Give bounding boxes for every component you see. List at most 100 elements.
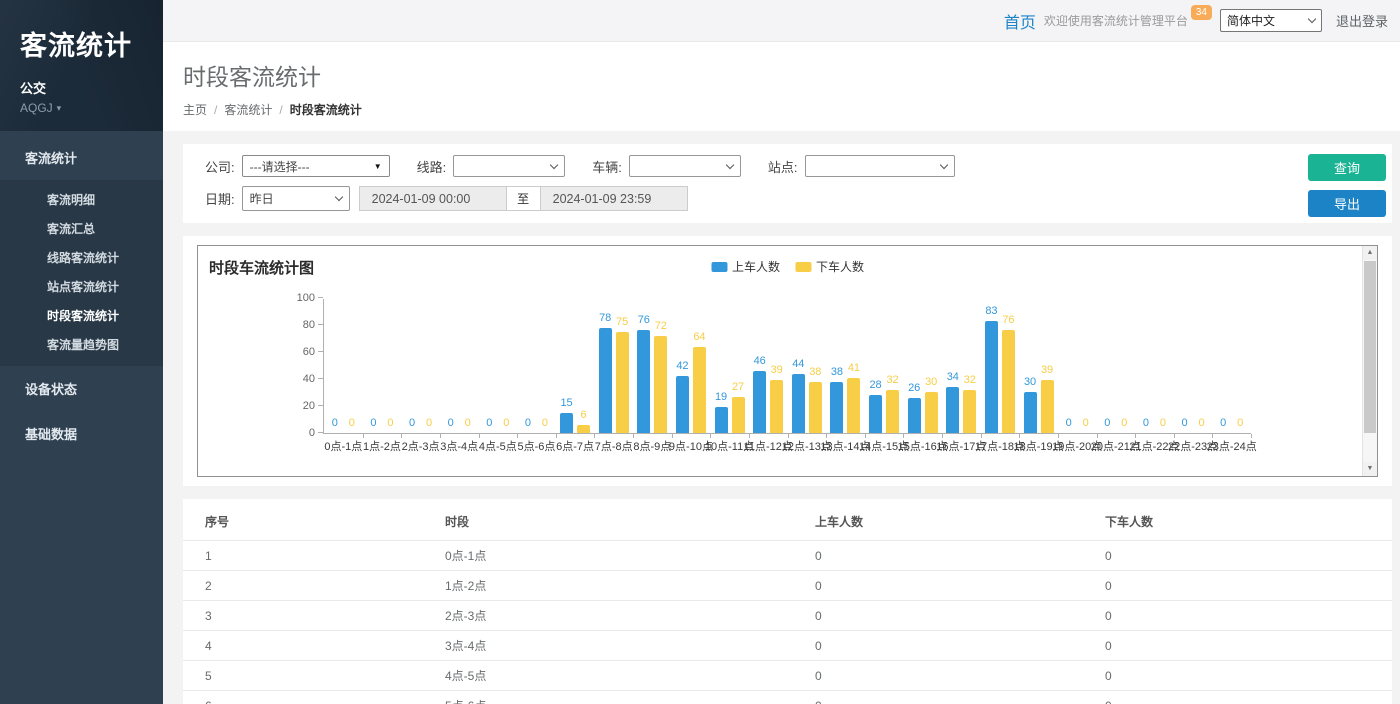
legend-item[interactable]: 上车人数 bbox=[711, 258, 780, 275]
export-button[interactable]: 导出 bbox=[1308, 190, 1386, 217]
bar-slot: 0 bbox=[367, 299, 380, 433]
bar-value-label: 19 bbox=[715, 391, 727, 403]
bar-value-label: 0 bbox=[332, 417, 338, 429]
bar-上车人数[interactable] bbox=[908, 398, 921, 433]
sidebar-item-3[interactable]: 线路客流统计 bbox=[0, 243, 163, 272]
table-row: 32点-3点00 bbox=[183, 601, 1392, 631]
scrollbar-thumb[interactable] bbox=[1364, 261, 1376, 433]
bar-value-label: 0 bbox=[426, 417, 432, 429]
notification-badge[interactable]: 34 bbox=[1191, 5, 1212, 20]
table-cell: 0 bbox=[807, 571, 1097, 601]
sidebar-section-device-status[interactable]: 设备状态 bbox=[0, 366, 163, 411]
vehicle-select[interactable] bbox=[629, 155, 741, 177]
company-select[interactable]: ---请选择--- ▼ bbox=[242, 155, 390, 177]
bar-下车人数[interactable] bbox=[693, 347, 706, 433]
chart-category: 002点-3点 bbox=[401, 299, 440, 433]
bar-slot: 41 bbox=[847, 299, 860, 433]
bar-下车人数[interactable] bbox=[577, 425, 590, 433]
chart-category: 283214点-15点 bbox=[865, 299, 904, 433]
logout-link[interactable]: 退出登录 bbox=[1336, 11, 1388, 30]
table-cell: 0 bbox=[1097, 571, 1392, 601]
chart-category: 0023点-24点 bbox=[1212, 299, 1251, 433]
bar-下车人数[interactable] bbox=[1002, 330, 1015, 433]
bar-value-label: 0 bbox=[448, 417, 454, 429]
bar-pair: 3039 bbox=[1024, 299, 1054, 433]
sidebar-section-base-data[interactable]: 基础数据 bbox=[0, 411, 163, 456]
bar-上车人数[interactable] bbox=[946, 387, 959, 433]
triangle-down-icon: ▼ bbox=[374, 162, 382, 171]
bar-pair: 00 bbox=[483, 299, 513, 433]
bar-slot: 0 bbox=[345, 299, 358, 433]
bar-value-label: 0 bbox=[349, 417, 355, 429]
bar-上车人数[interactable] bbox=[560, 413, 573, 433]
bar-下车人数[interactable] bbox=[886, 390, 899, 433]
bar-下车人数[interactable] bbox=[616, 332, 629, 433]
bar-下车人数[interactable] bbox=[654, 336, 667, 433]
sidebar-item-4[interactable]: 站点客流统计 bbox=[0, 272, 163, 301]
date-range-group: 2024-01-09 00:00 至 2024-01-09 23:59 bbox=[359, 186, 688, 211]
bar-slot: 28 bbox=[869, 299, 882, 433]
home-link[interactable]: 首页 bbox=[1004, 9, 1036, 33]
bar-下车人数[interactable] bbox=[963, 390, 976, 433]
date-preset-select[interactable]: 昨日 bbox=[242, 186, 350, 211]
table-panel: 序号时段上车人数下车人数 10点-1点0021点-2点0032点-3点0043点… bbox=[183, 499, 1392, 704]
bar-pair: 4264 bbox=[676, 299, 706, 433]
bar-上车人数[interactable] bbox=[792, 374, 805, 433]
bar-pair: 00 bbox=[521, 299, 551, 433]
bar-value-label: 78 bbox=[599, 312, 611, 324]
chart-panel: 时段车流统计图 上车人数下车人数 000点-1点001点-2点002点-3点00… bbox=[183, 236, 1392, 486]
sidebar-section-passenger-stats[interactable]: 客流统计 bbox=[0, 135, 163, 180]
sidebar-item-5[interactable]: 时段客流统计 bbox=[0, 301, 163, 330]
bar-上车人数[interactable] bbox=[1024, 392, 1037, 433]
chart-vertical-scrollbar[interactable]: ▲ ▼ bbox=[1362, 246, 1377, 476]
sidebar-item-6[interactable]: 客流量趋势图 bbox=[0, 330, 163, 359]
legend-item[interactable]: 下车人数 bbox=[795, 258, 864, 275]
breadcrumb-separator: / bbox=[214, 103, 217, 117]
date-start-input[interactable]: 2024-01-09 00:00 bbox=[359, 186, 507, 211]
bar-下车人数[interactable] bbox=[1041, 380, 1054, 433]
x-axis-label: 3点-4点 bbox=[440, 438, 478, 454]
language-select[interactable]: 简体中文 bbox=[1220, 9, 1322, 32]
bar-slot: 38 bbox=[830, 299, 843, 433]
bar-pair: 00 bbox=[328, 299, 358, 433]
bar-上车人数[interactable] bbox=[715, 407, 728, 433]
bar-下车人数[interactable] bbox=[770, 380, 783, 433]
chart-plot: 000点-1点001点-2点002点-3点003点-4点004点-5点005点-… bbox=[323, 299, 1251, 434]
scroll-down-icon[interactable]: ▼ bbox=[1363, 462, 1377, 476]
bar-value-label: 38 bbox=[809, 366, 821, 378]
date-end-input[interactable]: 2024-01-09 23:59 bbox=[540, 186, 688, 211]
line-select[interactable] bbox=[453, 155, 565, 177]
bar-下车人数[interactable] bbox=[809, 382, 822, 433]
bar-下车人数[interactable] bbox=[732, 397, 745, 433]
bar-下车人数[interactable] bbox=[847, 378, 860, 433]
bar-slot: 0 bbox=[1118, 299, 1131, 433]
x-axis-label: 4点-5点 bbox=[479, 438, 517, 454]
bar-上车人数[interactable] bbox=[869, 395, 882, 433]
sidebar-item-2[interactable]: 客流汇总 bbox=[0, 214, 163, 243]
bar-pair: 2832 bbox=[869, 299, 899, 433]
bar-上车人数[interactable] bbox=[637, 330, 650, 433]
sidebar-item-1[interactable]: 客流明细 bbox=[0, 185, 163, 214]
app-logo: 客流统计 bbox=[20, 24, 163, 63]
scroll-up-icon[interactable]: ▲ bbox=[1363, 246, 1377, 260]
bar-value-label: 0 bbox=[1066, 417, 1072, 429]
bar-slot: 0 bbox=[483, 299, 496, 433]
org-code-dropdown[interactable]: AQGJ ▾ bbox=[20, 101, 163, 115]
bar-上车人数[interactable] bbox=[830, 382, 843, 433]
station-select[interactable] bbox=[805, 155, 955, 177]
breadcrumb-passenger-stats[interactable]: 客流统计 bbox=[224, 101, 272, 118]
bar-上车人数[interactable] bbox=[753, 371, 766, 433]
query-button[interactable]: 查询 bbox=[1308, 154, 1386, 181]
table-row: 54点-5点00 bbox=[183, 661, 1392, 691]
bar-下车人数[interactable] bbox=[925, 392, 938, 433]
bar-value-label: 27 bbox=[732, 381, 744, 393]
bar-上车人数[interactable] bbox=[985, 321, 998, 433]
y-axis-tick-mark bbox=[318, 324, 323, 325]
bar-value-label: 76 bbox=[638, 314, 650, 326]
breadcrumb-home[interactable]: 主页 bbox=[183, 101, 207, 118]
bar-pair: 00 bbox=[1139, 299, 1169, 433]
bar-上车人数[interactable] bbox=[599, 328, 612, 433]
chart-category: 42649点-10点 bbox=[672, 299, 711, 433]
chart-category: 303918点-19点 bbox=[1019, 299, 1058, 433]
bar-上车人数[interactable] bbox=[676, 376, 689, 433]
